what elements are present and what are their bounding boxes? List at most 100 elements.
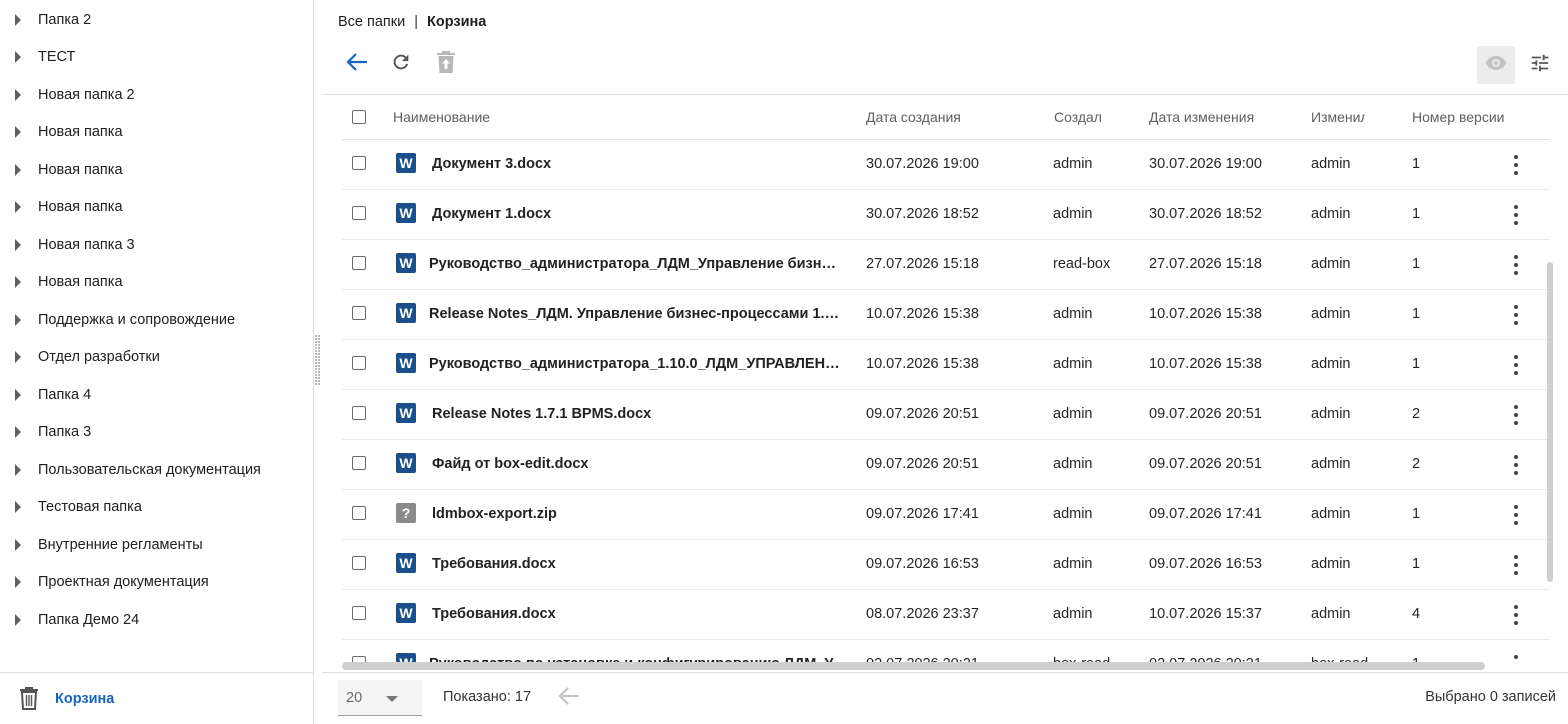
sidebar-folder-item[interactable]: ТЕСТ bbox=[0, 39, 313, 76]
panel-resize-handle[interactable] bbox=[315, 335, 321, 387]
column-header-created[interactable]: Дата создания bbox=[866, 109, 961, 125]
sidebar-folder-item[interactable]: Папка 2 bbox=[0, 1, 313, 38]
caret-right-icon[interactable] bbox=[15, 51, 21, 63]
caret-right-icon[interactable] bbox=[15, 613, 21, 626]
cell-creator: admin bbox=[1053, 356, 1093, 372]
caret-right-icon[interactable] bbox=[15, 126, 21, 138]
sidebar-folder-item[interactable]: Проектная документация bbox=[0, 564, 313, 601]
file-name[interactable]: Документ 3.docx bbox=[432, 156, 844, 172]
more-actions-icon[interactable] bbox=[1514, 405, 1518, 425]
table-row[interactable]: W Требования.docx 09.07.2026 16:53 admin 09.… bbox=[342, 540, 1550, 590]
table-row[interactable]: W Руководство_администратора_ЛДМ_Управлен… bbox=[342, 240, 1550, 290]
caret-right-icon[interactable] bbox=[15, 13, 21, 26]
sidebar-folder-item[interactable]: Новая папка bbox=[0, 151, 313, 188]
table-row[interactable]: WРуководство по установке и конфигуриров… bbox=[342, 640, 1550, 663]
more-actions-icon[interactable] bbox=[1514, 455, 1518, 475]
table-row[interactable]: W Release Notes 1.7.1 BPMS.docx 09.07.2026… bbox=[342, 390, 1550, 440]
sidebar-folder-item[interactable]: Отдел разработки bbox=[0, 339, 313, 376]
caret-right-icon[interactable] bbox=[15, 463, 21, 476]
column-header-modified[interactable]: Дата изменения bbox=[1149, 109, 1254, 125]
table-row[interactable]: W Release Notes_ЛДМ. Управление бизнес-пр… bbox=[342, 290, 1550, 340]
caret-right-icon[interactable] bbox=[15, 351, 21, 363]
sidebar-folder-item[interactable]: Папка 3 bbox=[0, 414, 313, 451]
cell-modifier: admin bbox=[1311, 556, 1351, 572]
row-checkbox[interactable] bbox=[352, 356, 366, 370]
column-settings-button[interactable] bbox=[1520, 46, 1560, 84]
row-checkbox[interactable] bbox=[352, 256, 366, 270]
table-row[interactable]: W Документ 1.docx 30.07.2026 18:52 admin 30.… bbox=[342, 190, 1550, 240]
refresh-button[interactable] bbox=[381, 44, 421, 84]
sidebar-folder-item[interactable]: Новая папка 2 bbox=[0, 76, 313, 113]
column-header-name[interactable]: Наименование bbox=[393, 109, 490, 125]
preview-toggle-button[interactable] bbox=[1477, 46, 1515, 84]
caret-right-icon[interactable] bbox=[15, 88, 21, 101]
sidebar-folder-item[interactable]: Тестовая папка bbox=[0, 489, 313, 526]
more-actions-icon[interactable] bbox=[1514, 655, 1518, 663]
file-name[interactable]: ldmbox-export.zip bbox=[432, 506, 844, 522]
caret-right-icon[interactable] bbox=[15, 276, 21, 288]
caret-right-icon[interactable] bbox=[15, 501, 21, 513]
row-checkbox[interactable] bbox=[352, 556, 366, 570]
sidebar-folder-item[interactable]: Внутренние регламенты bbox=[0, 526, 313, 563]
breadcrumb-root[interactable]: Все папки bbox=[338, 14, 405, 30]
caret-right-icon[interactable] bbox=[15, 201, 21, 213]
row-checkbox[interactable] bbox=[352, 156, 366, 170]
table-row[interactable]: W Файд от box-edit.docx 09.07.2026 20:51 ad… bbox=[342, 440, 1550, 490]
more-actions-icon[interactable] bbox=[1514, 205, 1518, 225]
more-actions-icon[interactable] bbox=[1514, 155, 1518, 175]
sidebar-folder-item[interactable]: Папка Демо 24 bbox=[0, 601, 313, 638]
more-actions-icon[interactable] bbox=[1514, 605, 1518, 625]
more-actions-icon[interactable] bbox=[1514, 305, 1518, 325]
cell-created: 09.07.2026 16:53 bbox=[866, 556, 979, 572]
sidebar-folder-item[interactable]: Папка 4 bbox=[0, 376, 313, 413]
table-row[interactable]: W Требования.docx 08.07.2026 23:37 admin 10.… bbox=[342, 590, 1550, 640]
column-header-creator[interactable]: Создал bbox=[1054, 109, 1102, 125]
file-name[interactable]: Руководство_администратора_1.10.0_ЛДМ_УП… bbox=[429, 356, 841, 372]
sidebar-folder-item[interactable]: Новая папка bbox=[0, 114, 313, 151]
horizontal-scrollbar[interactable] bbox=[342, 662, 1485, 670]
page-size-select[interactable]: 20 bbox=[338, 680, 422, 716]
table-row[interactable]: ? ldmbox-export.zip 09.07.2026 17:41 admin 0… bbox=[342, 490, 1550, 540]
row-checkbox[interactable] bbox=[352, 456, 366, 470]
previous-page-button[interactable] bbox=[558, 686, 580, 710]
row-checkbox[interactable] bbox=[352, 306, 366, 320]
file-name[interactable]: Руководство_администратора_ЛДМ_Управлени… bbox=[429, 256, 841, 272]
more-actions-icon[interactable] bbox=[1514, 555, 1518, 575]
caret-right-icon[interactable] bbox=[15, 238, 21, 251]
caret-right-icon[interactable] bbox=[15, 388, 21, 401]
sidebar-folder-item[interactable]: Новая папка bbox=[0, 189, 313, 226]
file-name[interactable]: Release Notes 1.7.1 BPMS.docx bbox=[432, 406, 844, 422]
caret-right-icon[interactable] bbox=[15, 313, 21, 326]
caret-right-icon[interactable] bbox=[15, 163, 21, 176]
sidebar-folder-item[interactable]: Новая папка bbox=[0, 264, 313, 301]
restore-button[interactable] bbox=[426, 44, 466, 84]
vertical-scrollbar[interactable] bbox=[1547, 262, 1553, 582]
sidebar-item-trash[interactable]: Корзина bbox=[0, 672, 313, 724]
column-header-version[interactable]: Номер версии bbox=[1412, 109, 1504, 125]
file-name[interactable]: Требования.docx bbox=[432, 606, 844, 622]
caret-right-icon[interactable] bbox=[15, 538, 21, 551]
sidebar-folder-item[interactable]: Новая папка 3 bbox=[0, 226, 313, 263]
refresh-icon bbox=[390, 51, 412, 77]
select-all-checkbox[interactable] bbox=[352, 110, 366, 124]
more-actions-icon[interactable] bbox=[1514, 255, 1518, 275]
sidebar-folder-item[interactable]: Пользовательская документация bbox=[0, 451, 313, 488]
row-checkbox[interactable] bbox=[352, 206, 366, 220]
row-checkbox[interactable] bbox=[352, 506, 366, 520]
back-button[interactable] bbox=[337, 44, 377, 84]
table-row[interactable]: W Руководство_администратора_1.10.0_ЛДМ_У… bbox=[342, 340, 1550, 390]
more-actions-icon[interactable] bbox=[1514, 505, 1518, 525]
word-icon: W bbox=[396, 403, 416, 423]
row-checkbox[interactable] bbox=[352, 606, 366, 620]
table-row[interactable]: W Документ 3.docx 30.07.2026 19:00 admin 30.… bbox=[342, 140, 1550, 190]
row-checkbox[interactable] bbox=[352, 406, 366, 420]
column-header-modifier[interactable]: Изменил bbox=[1311, 109, 1365, 125]
file-name[interactable]: Файд от box-edit.docx bbox=[432, 456, 844, 472]
more-actions-icon[interactable] bbox=[1514, 355, 1518, 375]
sidebar-folder-item[interactable]: Поддержка и сопровождение bbox=[0, 301, 313, 338]
caret-right-icon[interactable] bbox=[15, 576, 21, 588]
file-name[interactable]: Требования.docx bbox=[432, 556, 844, 572]
file-name[interactable]: Release Notes_ЛДМ. Управление бизнес-про… bbox=[429, 306, 841, 322]
file-name[interactable]: Документ 1.docx bbox=[432, 206, 844, 222]
caret-right-icon[interactable] bbox=[15, 426, 21, 438]
